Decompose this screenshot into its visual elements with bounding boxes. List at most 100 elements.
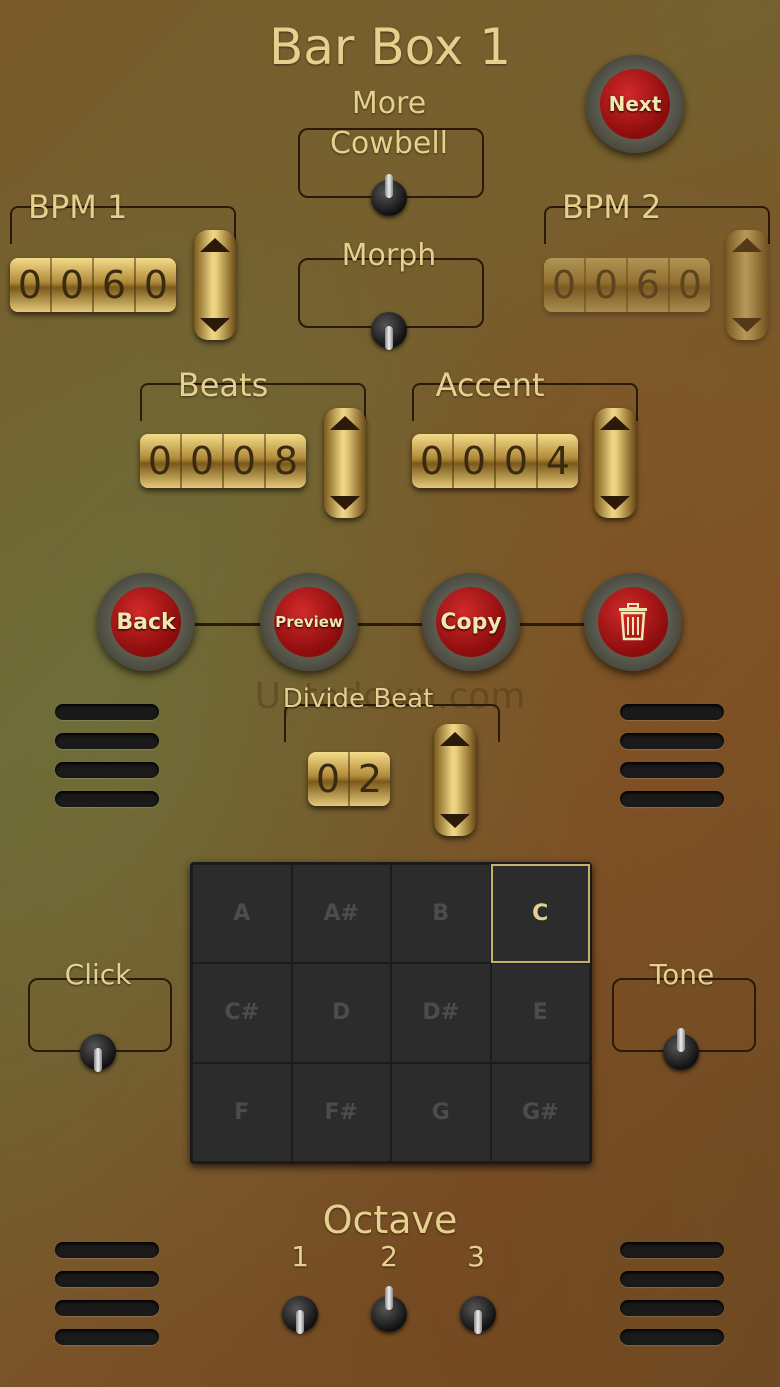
bpm1-digit: 6 xyxy=(94,258,136,312)
speaker-grille xyxy=(620,733,724,749)
bpm2-down-arrow-icon[interactable] xyxy=(732,318,762,332)
accent-digit: 0 xyxy=(496,434,538,488)
delete-button[interactable] xyxy=(598,587,668,657)
divide-digit: 0 xyxy=(308,752,350,806)
bpm1-down-arrow-icon[interactable] xyxy=(200,318,230,332)
beats-down-arrow-icon[interactable] xyxy=(330,496,360,510)
note-key-g[interactable]: G xyxy=(391,1062,491,1162)
trash-icon xyxy=(619,603,647,641)
bpm1-digit: 0 xyxy=(143,263,169,307)
accent-digit: 0 xyxy=(412,434,454,488)
accent-counter: 0 0 0 4 xyxy=(412,434,578,488)
beats-digit: 0 xyxy=(182,434,224,488)
morph-toggle[interactable] xyxy=(371,312,407,350)
beats-up-arrow-icon[interactable] xyxy=(330,416,360,430)
click-label: Click xyxy=(64,958,132,991)
note-key-b[interactable]: B xyxy=(391,864,491,964)
bpm2-digit: 0 xyxy=(586,258,628,312)
tone-toggle[interactable] xyxy=(663,1028,699,1070)
copy-button-bezel: Copy xyxy=(422,573,520,671)
back-button-bezel: Back xyxy=(97,573,195,671)
speaker-grille xyxy=(620,1242,724,1258)
preview-button[interactable]: Preview xyxy=(274,587,344,657)
speaker-grille xyxy=(55,1271,159,1287)
octave-option-label: 3 xyxy=(467,1240,485,1273)
note-grid: A A# B C C# D D# E F F# G G# xyxy=(190,862,592,1164)
accent-spinner[interactable] xyxy=(594,408,636,518)
octave-2-toggle[interactable] xyxy=(371,1286,407,1332)
bpm2-spinner[interactable] xyxy=(726,230,768,340)
bpm1-digit: 0 xyxy=(10,258,52,312)
speaker-grille xyxy=(620,1271,724,1287)
speaker-grille xyxy=(620,704,724,720)
divide-spinner[interactable] xyxy=(434,724,476,836)
note-key-g-sharp[interactable]: G# xyxy=(490,1062,590,1162)
accent-label: Accent xyxy=(435,366,545,404)
morph-label: Morph xyxy=(341,238,437,273)
next-button-bezel: Next xyxy=(586,55,684,153)
speaker-grille xyxy=(620,1300,724,1316)
divide-up-arrow-icon[interactable] xyxy=(440,732,470,746)
speaker-grille xyxy=(620,762,724,778)
bpm2-up-arrow-icon[interactable] xyxy=(732,238,762,252)
accent-digit: 0 xyxy=(454,434,496,488)
tone-label: Tone xyxy=(649,958,715,991)
beats-spinner[interactable] xyxy=(324,408,366,518)
divide-counter: 0 2 xyxy=(308,752,390,806)
preview-button-bezel: Preview xyxy=(260,573,358,671)
beats-digit: 0 xyxy=(224,434,266,488)
cowbell-toggle[interactable] xyxy=(371,174,407,216)
click-toggle[interactable] xyxy=(80,1034,116,1072)
accent-digit: 4 xyxy=(545,439,571,483)
octave-1-toggle[interactable] xyxy=(282,1296,318,1334)
bpm2-digit: 0 xyxy=(544,258,586,312)
delete-button-bezel xyxy=(584,573,682,671)
beats-label: Beats xyxy=(177,366,269,404)
bpm2-digit: 6 xyxy=(628,258,670,312)
speaker-grille xyxy=(55,1300,159,1316)
octave-option-label: 2 xyxy=(380,1240,398,1273)
beats-counter: 0 0 0 8 xyxy=(140,434,306,488)
bpm1-counter: 0 0 6 0 xyxy=(10,258,176,312)
bpm2-digit: 0 xyxy=(677,263,703,307)
note-key-d-sharp[interactable]: D# xyxy=(391,963,491,1063)
accent-up-arrow-icon[interactable] xyxy=(600,416,630,430)
note-key-f[interactable]: F xyxy=(192,1062,292,1162)
bpm1-up-arrow-icon[interactable] xyxy=(200,238,230,252)
note-key-c[interactable]: C xyxy=(490,864,590,964)
bpm2-label: BPM 2 xyxy=(562,188,662,226)
octave-3-toggle[interactable] xyxy=(460,1296,496,1334)
cowbell-label-line1: More xyxy=(351,86,427,121)
next-button[interactable]: Next xyxy=(600,69,670,139)
speaker-grille xyxy=(620,1329,724,1345)
divide-label: Divide Beat xyxy=(282,684,434,714)
speaker-grille xyxy=(55,704,159,720)
bpm1-label: BPM 1 xyxy=(28,188,128,226)
note-key-e[interactable]: E xyxy=(490,963,590,1063)
copy-button[interactable]: Copy xyxy=(436,587,506,657)
divide-down-arrow-icon[interactable] xyxy=(440,814,470,828)
octave-option-label: 1 xyxy=(291,1240,309,1273)
bpm1-digit: 0 xyxy=(52,258,94,312)
divide-digit: 2 xyxy=(357,757,383,801)
note-key-d[interactable]: D xyxy=(291,963,391,1063)
beats-digit: 8 xyxy=(273,439,299,483)
speaker-grille xyxy=(55,1329,159,1345)
beats-digit: 0 xyxy=(140,434,182,488)
speaker-grille xyxy=(55,1242,159,1258)
bpm1-spinner[interactable] xyxy=(194,230,236,340)
note-key-f-sharp[interactable]: F# xyxy=(291,1062,391,1162)
note-key-a[interactable]: A xyxy=(192,864,292,964)
octave-label: Octave xyxy=(322,1198,458,1242)
back-button[interactable]: Back xyxy=(111,587,181,657)
cowbell-label-line2: Cowbell xyxy=(329,126,448,161)
actions-line xyxy=(150,623,630,626)
note-key-a-sharp[interactable]: A# xyxy=(291,864,391,964)
accent-down-arrow-icon[interactable] xyxy=(600,496,630,510)
speaker-grille xyxy=(55,791,159,807)
note-key-c-sharp[interactable]: C# xyxy=(192,963,292,1063)
speaker-grille xyxy=(55,733,159,749)
speaker-grille xyxy=(620,791,724,807)
bpm2-counter: 0 0 6 0 xyxy=(544,258,710,312)
speaker-grille xyxy=(55,762,159,778)
